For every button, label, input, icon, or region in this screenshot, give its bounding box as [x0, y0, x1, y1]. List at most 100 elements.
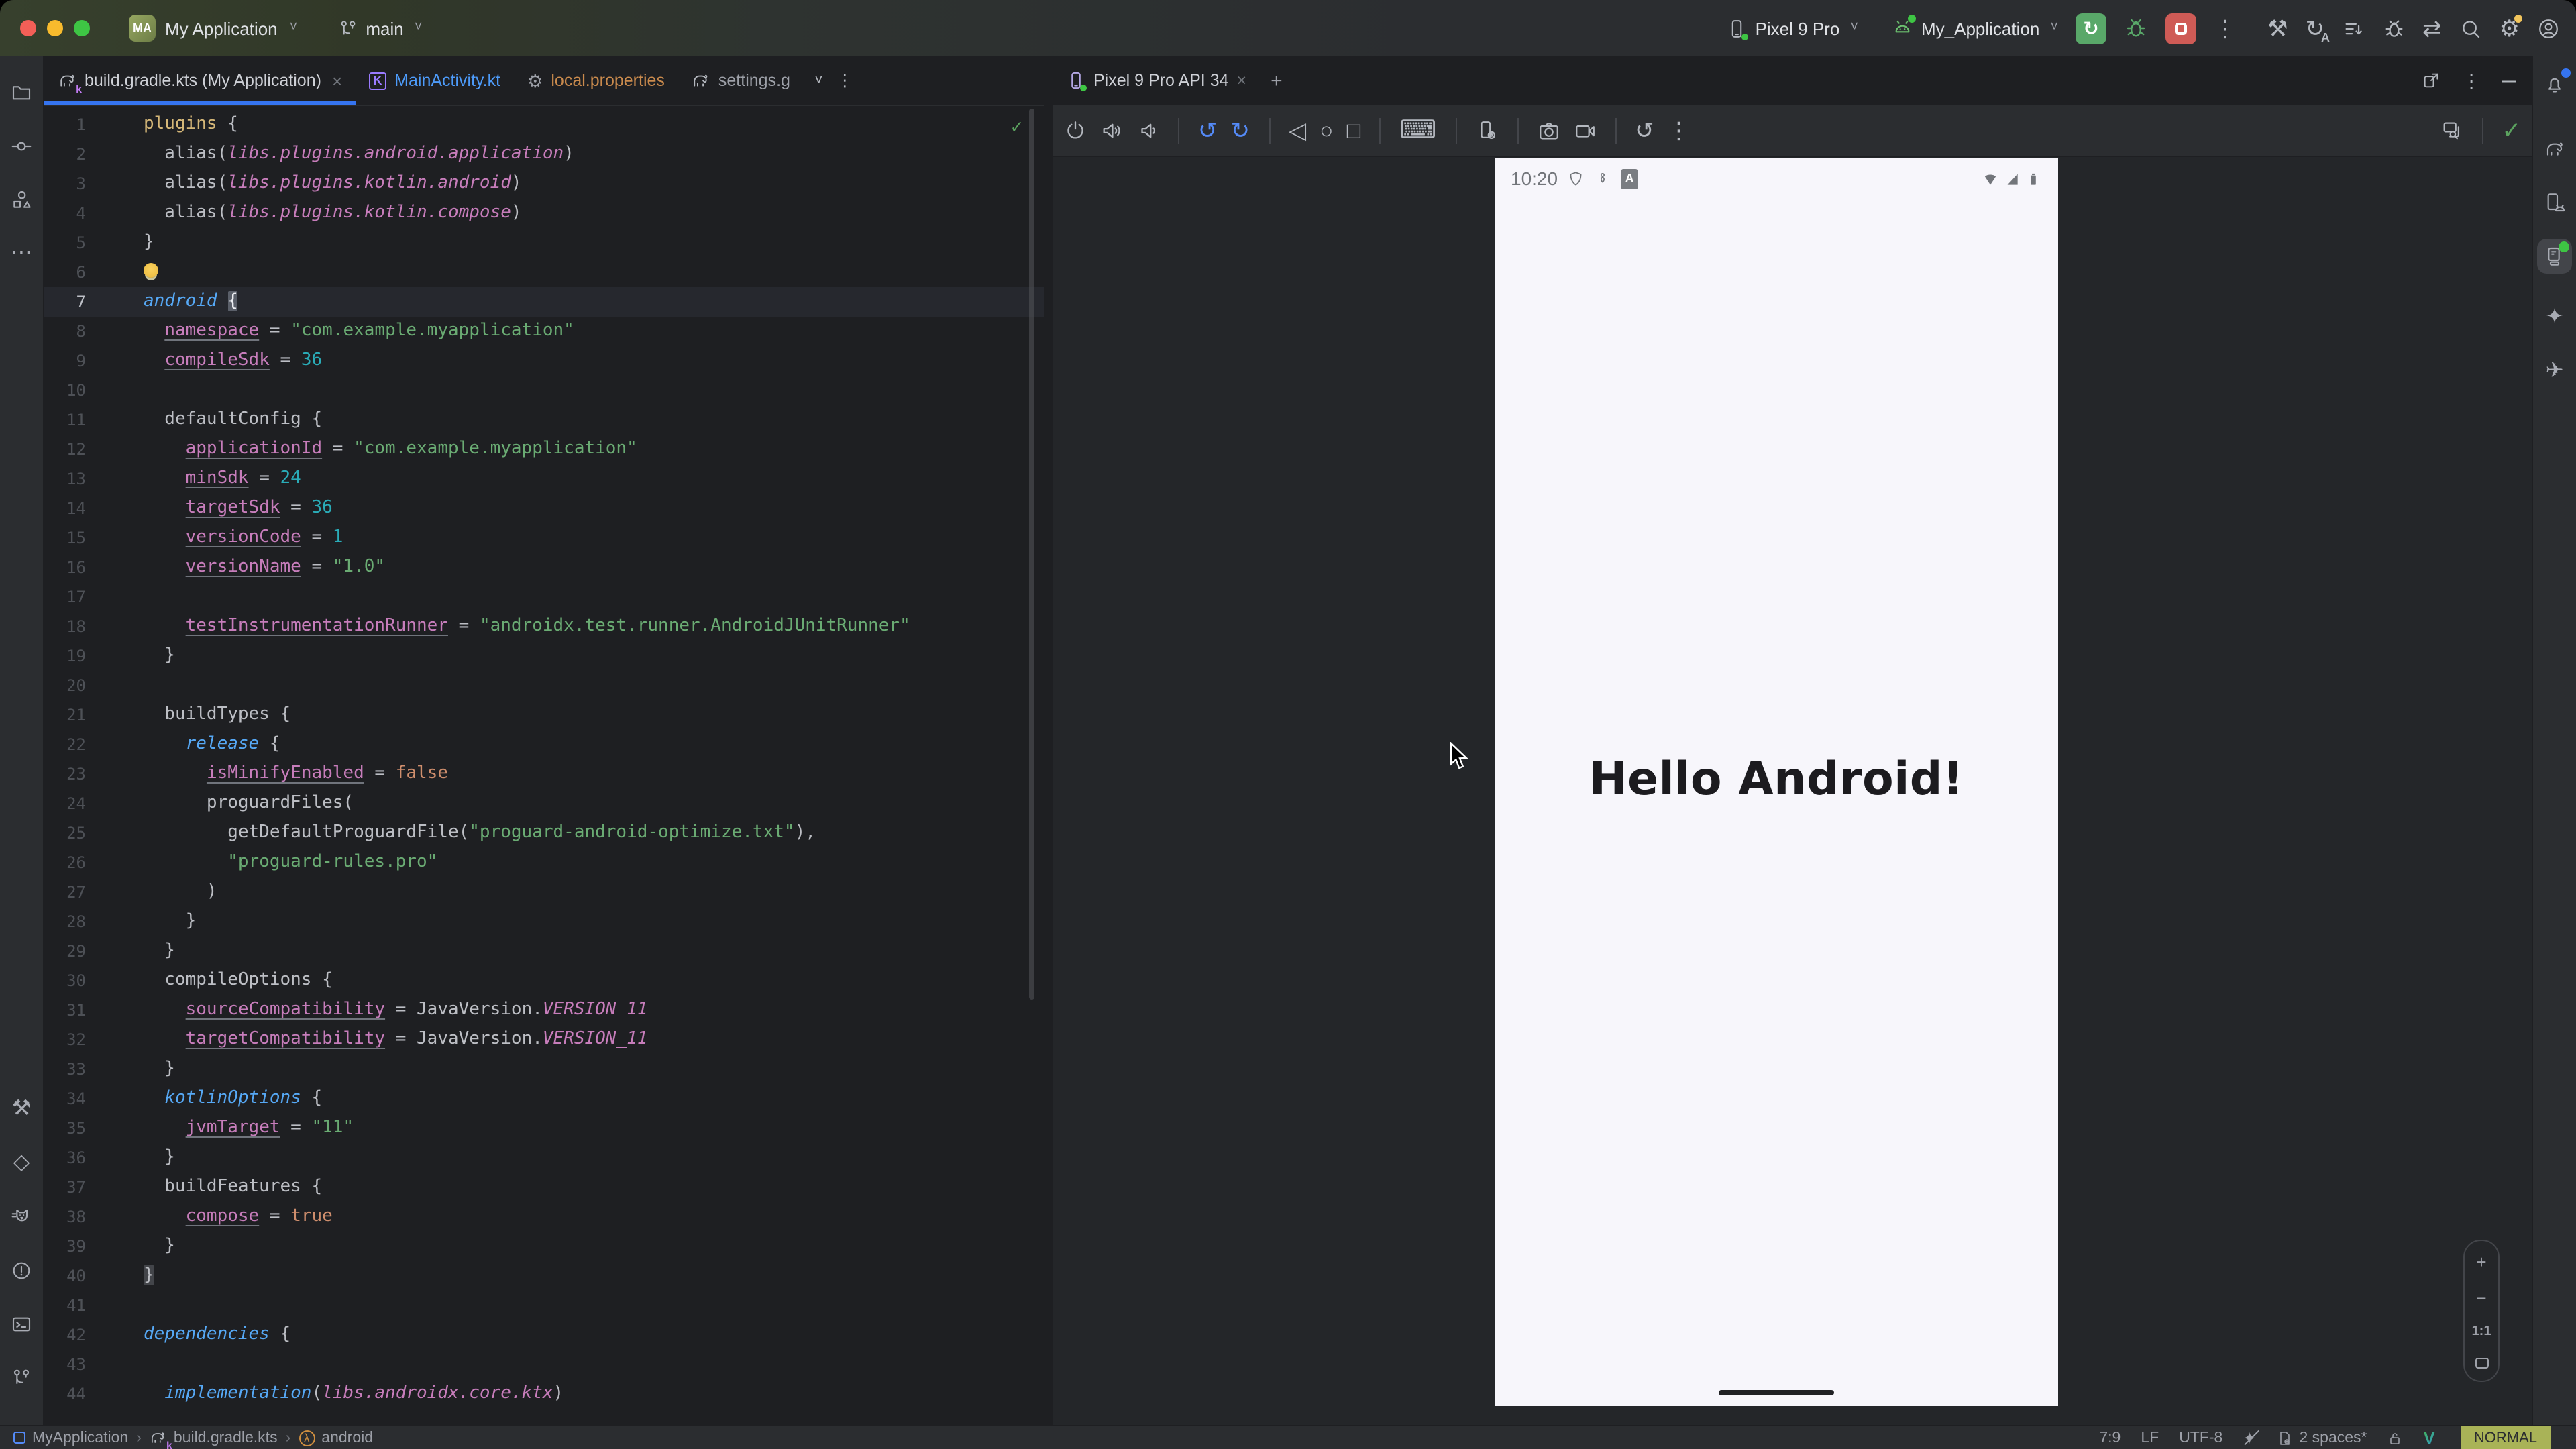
- minimize-window-button[interactable]: [47, 20, 63, 36]
- line-number[interactable]: 4: [44, 199, 86, 228]
- line-number[interactable]: 32: [44, 1025, 86, 1055]
- tab-options-icon[interactable]: ⋮: [837, 72, 853, 89]
- more-tool-windows-button[interactable]: ⋯: [4, 236, 39, 271]
- app-quality-insights-tool-button[interactable]: ◇: [4, 1146, 39, 1181]
- line-number[interactable]: 6: [44, 258, 86, 287]
- line-number[interactable]: 12: [44, 435, 86, 464]
- line-number[interactable]: 15: [44, 523, 86, 553]
- screen-record-button[interactable]: [1573, 119, 1596, 142]
- breadcrumb-file[interactable]: build.gradle.kts: [150, 1429, 278, 1446]
- line-number[interactable]: 43: [44, 1350, 86, 1379]
- problems-tool-button[interactable]: [4, 1253, 39, 1288]
- debug-button[interactable]: [2124, 16, 2148, 40]
- vim-icon[interactable]: V: [2424, 1428, 2435, 1448]
- resource-manager-tool-button[interactable]: [4, 182, 39, 217]
- tab-settings-gradle[interactable]: settings.g: [678, 56, 804, 105]
- device-screen[interactable]: 10:20 A Hello Android!: [1495, 158, 2058, 1406]
- line-number[interactable]: 27: [44, 877, 86, 907]
- close-window-button[interactable]: [20, 20, 36, 36]
- line-number[interactable]: 34: [44, 1084, 86, 1114]
- device-settings-button[interactable]: [1475, 119, 1498, 142]
- gradle-sync-button[interactable]: ⇄: [2422, 17, 2442, 40]
- line-number[interactable]: 5: [44, 228, 86, 258]
- line-number[interactable]: 25: [44, 818, 86, 848]
- line-number[interactable]: 39: [44, 1232, 86, 1261]
- line-number[interactable]: 17: [44, 582, 86, 612]
- gesture-navigation-bar[interactable]: [1719, 1390, 1834, 1395]
- line-number[interactable]: 44: [44, 1379, 86, 1409]
- apply-code-changes-button[interactable]: [2342, 17, 2365, 40]
- line-number[interactable]: 29: [44, 936, 86, 966]
- tab-build-gradle-kts[interactable]: build.gradle.kts (My Application) ×: [44, 56, 356, 105]
- power-button[interactable]: [1064, 119, 1087, 142]
- close-tab-icon[interactable]: ×: [1237, 71, 1247, 90]
- line-number[interactable]: 18: [44, 612, 86, 641]
- build-tool-button[interactable]: ⚒: [4, 1092, 39, 1127]
- notifications-tool-button[interactable]: [2537, 67, 2572, 102]
- more-run-actions-button[interactable]: ⋮: [2214, 17, 2237, 40]
- screenshot-button[interactable]: [1537, 119, 1560, 142]
- breadcrumb-element[interactable]: λ android: [299, 1430, 373, 1446]
- running-devices-tool-button[interactable]: [2537, 239, 2572, 274]
- hide-panel-icon[interactable]: ─: [2502, 71, 2516, 90]
- encoding-widget[interactable]: UTF-8: [2179, 1430, 2222, 1446]
- line-number[interactable]: 36: [44, 1143, 86, 1173]
- ai-assistant-disabled-icon[interactable]: ✦: [2243, 1430, 2256, 1446]
- line-number[interactable]: 33: [44, 1055, 86, 1084]
- line-number[interactable]: 42: [44, 1320, 86, 1350]
- line-number[interactable]: 26: [44, 848, 86, 877]
- zoom-ratio-button[interactable]: 1:1: [2472, 1325, 2491, 1340]
- project-tool-button[interactable]: [4, 75, 39, 110]
- back-button[interactable]: ◁: [1289, 119, 1306, 142]
- snapshot-reset-button[interactable]: ↺: [1635, 119, 1654, 142]
- line-number[interactable]: 30: [44, 966, 86, 996]
- search-everywhere-button[interactable]: [2459, 17, 2482, 40]
- version-control-tool-button[interactable]: [4, 1360, 39, 1395]
- line-number[interactable]: 38: [44, 1202, 86, 1232]
- run-configuration-selector[interactable]: My_Application ˅: [1892, 17, 2058, 39]
- app-insights-tool-button[interactable]: ✈: [2537, 354, 2572, 389]
- line-number[interactable]: 31: [44, 996, 86, 1025]
- close-tab-icon[interactable]: ×: [332, 70, 342, 91]
- volume-down-button[interactable]: [1136, 119, 1159, 142]
- breadcrumb-module[interactable]: MyApplication: [13, 1430, 128, 1446]
- tab-mainactivity-kt[interactable]: K MainActivity.kt: [356, 56, 514, 105]
- rotate-left-button[interactable]: ↺: [1198, 119, 1218, 142]
- line-number[interactable]: 23: [44, 759, 86, 789]
- zoom-window-button[interactable]: [74, 20, 90, 36]
- line-number[interactable]: 16: [44, 553, 86, 582]
- apply-changes-restart-button[interactable]: ↻A: [2306, 17, 2325, 40]
- rotate-right-button[interactable]: ↻: [1231, 119, 1250, 142]
- line-number[interactable]: 35: [44, 1114, 86, 1143]
- logcat-tool-button[interactable]: [4, 1199, 39, 1234]
- attach-debugger-button[interactable]: [2382, 17, 2405, 40]
- zoom-out-button[interactable]: −: [2476, 1289, 2486, 1306]
- gemini-tool-button[interactable]: ✦: [2537, 301, 2572, 335]
- hidden-tabs-chevron-icon[interactable]: ˅: [814, 73, 823, 88]
- panel-options-icon[interactable]: ⋮: [2462, 71, 2481, 90]
- line-number[interactable]: 7: [44, 287, 86, 317]
- line-number[interactable]: 11: [44, 405, 86, 435]
- device-selector[interactable]: Pixel 9 Pro ˅: [1727, 18, 1858, 38]
- editor-scrollbar[interactable]: [1029, 109, 1034, 1000]
- line-number[interactable]: 41: [44, 1291, 86, 1320]
- line-number[interactable]: 8: [44, 317, 86, 346]
- stop-button[interactable]: [2165, 13, 2196, 44]
- screenshot-test-button[interactable]: [2440, 119, 2463, 142]
- line-number[interactable]: 28: [44, 907, 86, 936]
- line-number[interactable]: 22: [44, 730, 86, 759]
- inspections-ok-icon[interactable]: ✓: [1011, 117, 1022, 138]
- rerun-button[interactable]: ↻: [2076, 13, 2106, 44]
- gradle-tool-button[interactable]: [2537, 131, 2572, 166]
- line-number[interactable]: 3: [44, 169, 86, 199]
- line-number[interactable]: 21: [44, 700, 86, 730]
- code-editor[interactable]: 1plugins {2 alias(libs.plugins.android.a…: [44, 106, 1044, 1425]
- line-number[interactable]: 19: [44, 641, 86, 671]
- tab-local-properties[interactable]: ⚙ local.properties: [514, 56, 678, 105]
- vcs-branch-widget[interactable]: main ˅: [337, 18, 422, 38]
- account-button[interactable]: [2537, 17, 2560, 40]
- line-number[interactable]: 14: [44, 494, 86, 523]
- overview-button[interactable]: □: [1347, 119, 1361, 142]
- build-button[interactable]: ⚒: [2267, 17, 2288, 40]
- toolbar-more-button[interactable]: ⋮: [1668, 119, 1690, 142]
